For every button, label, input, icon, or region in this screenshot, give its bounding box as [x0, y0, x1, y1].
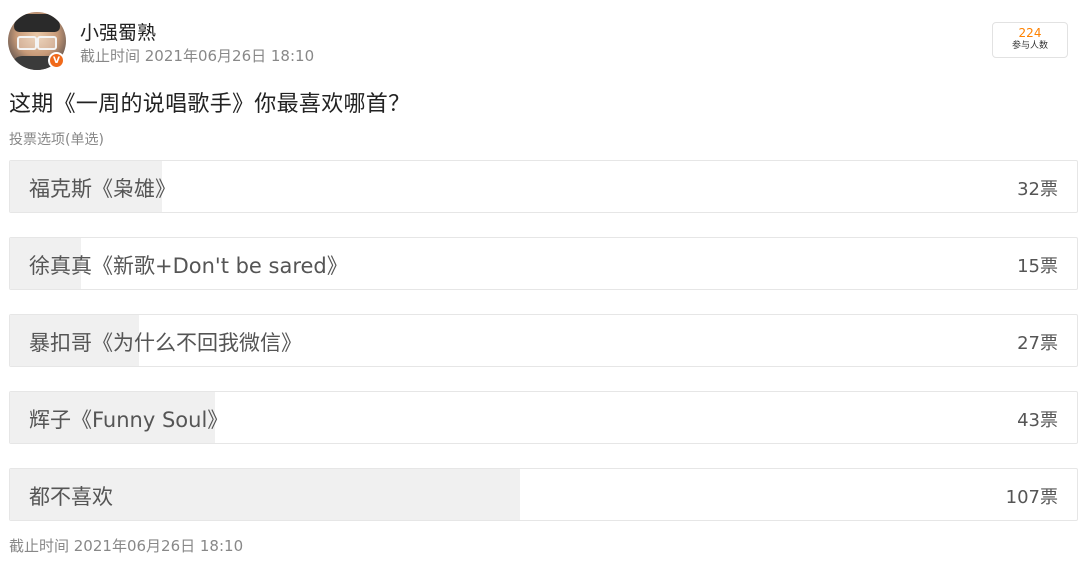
- poll-option[interactable]: 辉子《Funny Soul》 43票: [9, 391, 1078, 444]
- poll-type-label: 投票选项(单选): [9, 132, 104, 148]
- option-label: 都不喜欢: [29, 485, 113, 509]
- vote-count: 43票: [1017, 410, 1058, 431]
- participants-badge: 224 参与人数: [992, 22, 1068, 58]
- option-label: 福克斯《枭雄》: [29, 177, 176, 201]
- poll-option[interactable]: 福克斯《枭雄》 32票: [9, 160, 1078, 213]
- post-time: 截止时间 2021年06月26日 18:10: [80, 47, 315, 65]
- vote-count: 27票: [1017, 333, 1058, 354]
- vote-count: 107票: [1005, 487, 1058, 508]
- poll-question: 这期《一周的说唱歌手》你最喜欢哪首？: [9, 92, 411, 117]
- option-label: 辉子《Funny Soul》: [29, 408, 229, 432]
- poll-option[interactable]: 徐真真《新歌+Don't be sared》 15票: [9, 237, 1078, 290]
- poll-options: 福克斯《枭雄》 32票 徐真真《新歌+Don't be sared》 15票 暴…: [9, 160, 1078, 545]
- poll-option[interactable]: 都不喜欢 107票: [9, 468, 1078, 521]
- participants-label: 参与人数: [1011, 41, 1048, 51]
- username[interactable]: 小强蜀熟: [80, 18, 156, 45]
- deadline-text: 截止时间 2021年06月26日 18:10: [9, 537, 244, 555]
- poll-option[interactable]: 暴扣哥《为什么不回我微信》 27票: [9, 314, 1078, 367]
- option-label: 徐真真《新歌+Don't be sared》: [29, 254, 348, 278]
- participants-count: 224: [1018, 26, 1042, 40]
- verified-badge-icon: V: [48, 52, 65, 69]
- option-label: 暴扣哥《为什么不回我微信》: [29, 331, 302, 355]
- vote-count: 32票: [1017, 179, 1058, 200]
- poll-header: V 小强蜀熟 截止时间 2021年06月26日 18:10 224 参与人数: [8, 10, 1072, 70]
- vote-count: 15票: [1017, 256, 1058, 277]
